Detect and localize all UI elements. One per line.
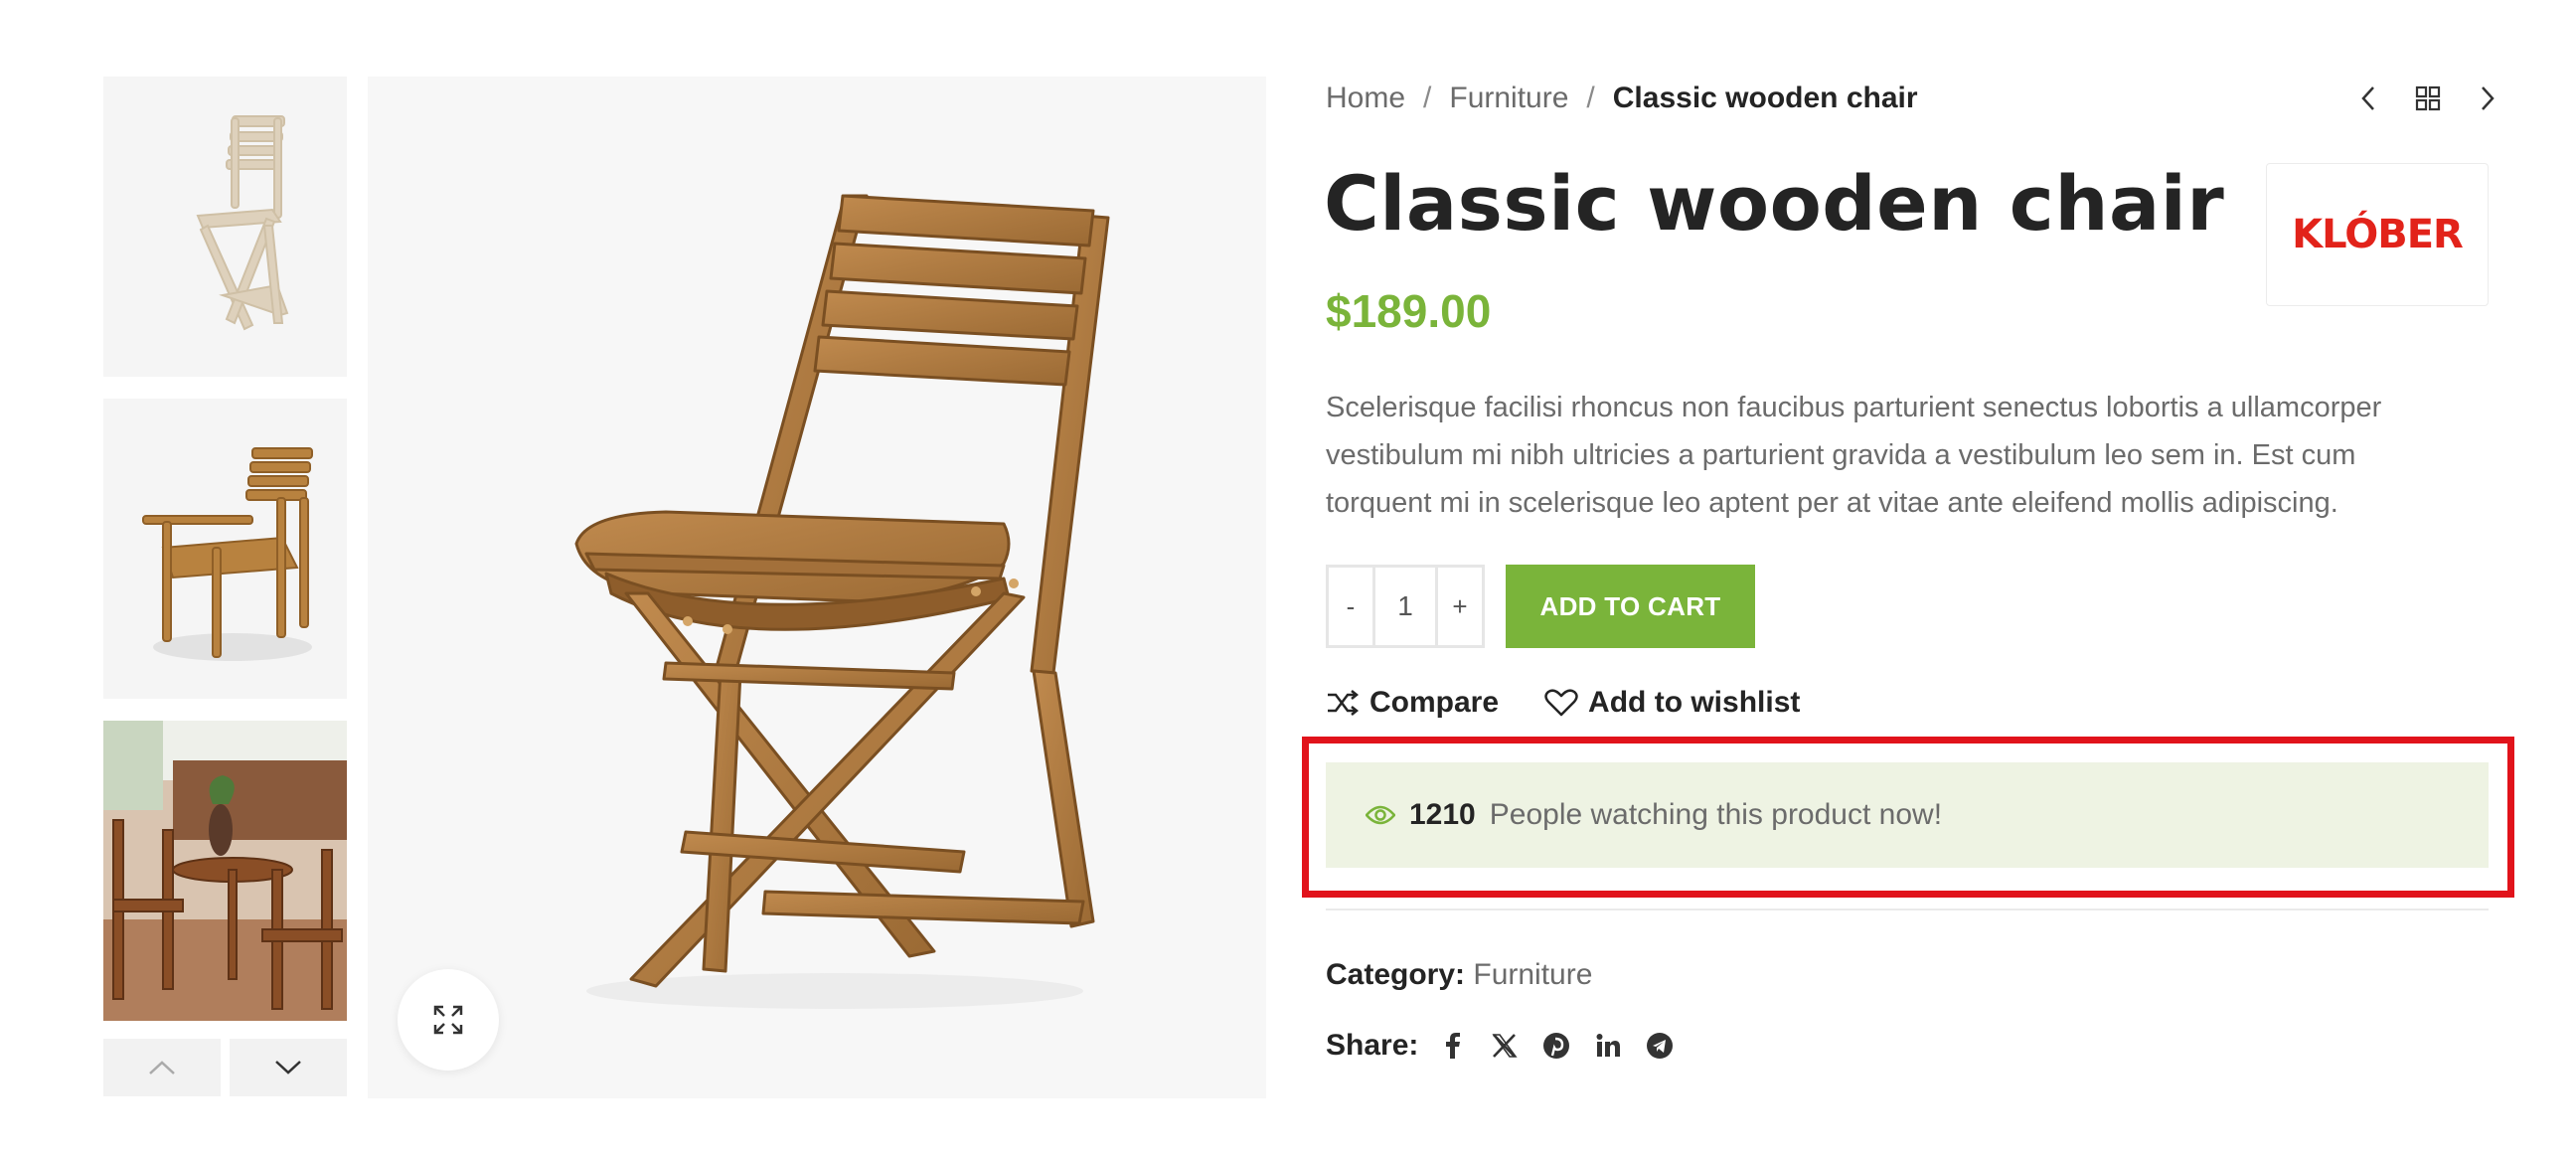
wishlist-label: Add to wishlist <box>1588 686 1801 719</box>
breadcrumb-home-link[interactable]: Home <box>1326 82 1405 115</box>
brand-logo-text: KLÓBER <box>2292 212 2464 257</box>
eye-icon <box>1366 805 1395 825</box>
add-to-wishlist-button[interactable]: Add to wishlist <box>1544 686 1800 720</box>
breadcrumb-furniture-link[interactable]: Furniture <box>1449 82 1568 115</box>
share-telegram-button[interactable] <box>1645 1031 1675 1061</box>
wooden-chair-image <box>574 194 1110 1009</box>
quantity-input[interactable]: 1 <box>1372 568 1438 645</box>
dining-set-image <box>103 721 347 1021</box>
pinterest-icon <box>1543 1033 1570 1059</box>
light-chair-image <box>103 77 347 377</box>
thumbnail-dining-set[interactable] <box>103 721 347 1021</box>
linkedin-icon <box>1596 1034 1621 1057</box>
share-label: Share: <box>1326 1029 1419 1062</box>
chevron-right-icon <box>2482 86 2495 110</box>
share-icons <box>1438 1031 1675 1061</box>
share-row: Share: <box>1326 1029 1675 1063</box>
telegram-icon <box>1647 1033 1674 1059</box>
shuffle-icon <box>1328 690 1360 716</box>
divider <box>1326 909 2489 910</box>
breadcrumb-separator: / <box>1423 82 1432 114</box>
product-short-description: Scelerisque facilisi rhoncus non faucibu… <box>1326 392 2382 519</box>
expand-icon <box>433 1005 463 1035</box>
heart-icon <box>1544 689 1578 717</box>
category-link[interactable]: Furniture <box>1473 958 1592 991</box>
next-product-button[interactable] <box>2473 83 2502 113</box>
share-facebook-button[interactable] <box>1438 1031 1468 1061</box>
product-price: $189.00 <box>1326 285 1492 337</box>
previous-product-button[interactable] <box>2353 83 2383 113</box>
thumbnail-armchair[interactable] <box>103 399 347 699</box>
quantity-increase-button[interactable]: + <box>1438 568 1482 645</box>
thumbnail-prev-button[interactable] <box>103 1039 221 1096</box>
thumbnail-next-button[interactable] <box>230 1039 347 1096</box>
visitor-count: 1210 <box>1409 798 1476 831</box>
chevron-up-icon <box>149 1061 175 1074</box>
breadcrumb-current: Classic wooden chair <box>1612 82 1918 114</box>
add-to-cart-button[interactable]: ADD TO CART <box>1506 565 1755 648</box>
compare-label: Compare <box>1369 686 1500 719</box>
grid-icon <box>2415 85 2441 111</box>
product-navigation <box>2353 83 2502 113</box>
fullscreen-zoom-button[interactable] <box>398 969 499 1071</box>
share-linkedin-button[interactable] <box>1593 1031 1623 1061</box>
chevron-left-icon <box>2361 86 2374 110</box>
compare-button[interactable]: Compare <box>1326 686 1499 720</box>
category-label: Category: <box>1326 958 1466 991</box>
product-title: Classic wooden chair <box>1324 159 2225 248</box>
armchair-image <box>103 399 347 699</box>
quantity-stepper: - 1 + <box>1326 565 1485 648</box>
visitor-count-text: People watching this product now! <box>1489 798 1943 831</box>
quantity-decrease-button[interactable]: - <box>1329 568 1372 645</box>
facebook-icon <box>1446 1033 1461 1059</box>
main-product-image[interactable] <box>368 77 1266 1098</box>
share-pinterest-button[interactable] <box>1541 1031 1571 1061</box>
breadcrumb-separator: / <box>1586 82 1595 114</box>
breadcrumb: Home / Furniture / Classic wooden chair <box>1326 82 1918 115</box>
thumbnail-light-chair[interactable] <box>103 77 347 377</box>
x-icon <box>1492 1034 1518 1058</box>
back-to-shop-button[interactable] <box>2413 83 2443 113</box>
brand-logo[interactable]: KLÓBER <box>2266 163 2489 306</box>
product-category: Category: Furniture <box>1326 958 1592 992</box>
chevron-down-icon <box>275 1061 301 1074</box>
product-actions: Compare Add to wishlist <box>1326 686 1800 720</box>
visitor-count-notice: 1210 People watching this product now! <box>1326 762 2489 868</box>
share-x-button[interactable] <box>1490 1031 1520 1061</box>
